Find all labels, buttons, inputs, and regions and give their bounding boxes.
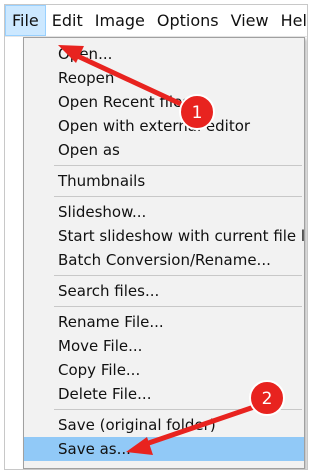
- menu-help[interactable]: Help: [275, 5, 307, 36]
- menu-item-open[interactable]: Open...: [24, 42, 304, 66]
- file-menu-dropdown: Open... Reopen Open Recent files Open wi…: [23, 37, 305, 469]
- menu-separator: [54, 306, 302, 307]
- menu-bar: FileEditImageOptionsViewHelp: [5, 5, 307, 37]
- menu-item-open-recent-files[interactable]: Open Recent files: [24, 90, 304, 114]
- menu-separator: [54, 409, 302, 410]
- menu-item-open-with-external-editor[interactable]: Open with external editor: [24, 114, 304, 138]
- menu-file[interactable]: File: [5, 5, 46, 36]
- menu-separator: [54, 275, 302, 276]
- menu-item-copy-file[interactable]: Copy File...: [24, 358, 304, 382]
- menu-view[interactable]: View: [225, 5, 275, 36]
- menu-item-rename-file[interactable]: Rename File...: [24, 310, 304, 334]
- menu-item-start-slideshow[interactable]: Start slideshow with current file list: [24, 224, 304, 248]
- menu-item-open-as[interactable]: Open as: [24, 138, 304, 162]
- menu-edit[interactable]: Edit: [46, 5, 89, 36]
- menu-item-move-file[interactable]: Move File...: [24, 334, 304, 358]
- menu-separator: [54, 165, 302, 166]
- menu-item-slideshow[interactable]: Slideshow...: [24, 200, 304, 224]
- menu-separator: [54, 196, 302, 197]
- menu-item-delete-file[interactable]: Delete File...: [24, 382, 304, 406]
- menu-options[interactable]: Options: [151, 5, 225, 36]
- menu-image[interactable]: Image: [89, 5, 151, 36]
- menu-item-reopen[interactable]: Reopen: [24, 66, 304, 90]
- app-window: FileEditImageOptionsViewHelp Open... Reo…: [4, 4, 308, 470]
- menu-item-search-files[interactable]: Search files...: [24, 279, 304, 303]
- menu-item-save-original-folder[interactable]: Save (original folder): [24, 413, 304, 437]
- menu-item-save-as[interactable]: Save as...: [24, 437, 304, 461]
- menu-item-batch-conversion[interactable]: Batch Conversion/Rename...: [24, 248, 304, 272]
- menu-item-thumbnails[interactable]: Thumbnails: [24, 169, 304, 193]
